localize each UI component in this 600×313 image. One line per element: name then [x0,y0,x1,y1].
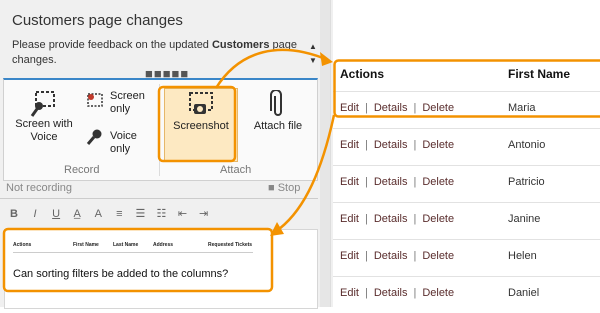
callout-arrow-line [216,50,328,88]
callout-overlay [0,0,600,307]
header-highlight-box [335,61,600,117]
callout-arrow-line [275,115,334,232]
screenshot-callout-box [159,87,235,161]
arrow-head-icon [320,52,333,66]
arrow-head-icon [270,222,284,236]
editor-callout-box [4,229,272,291]
